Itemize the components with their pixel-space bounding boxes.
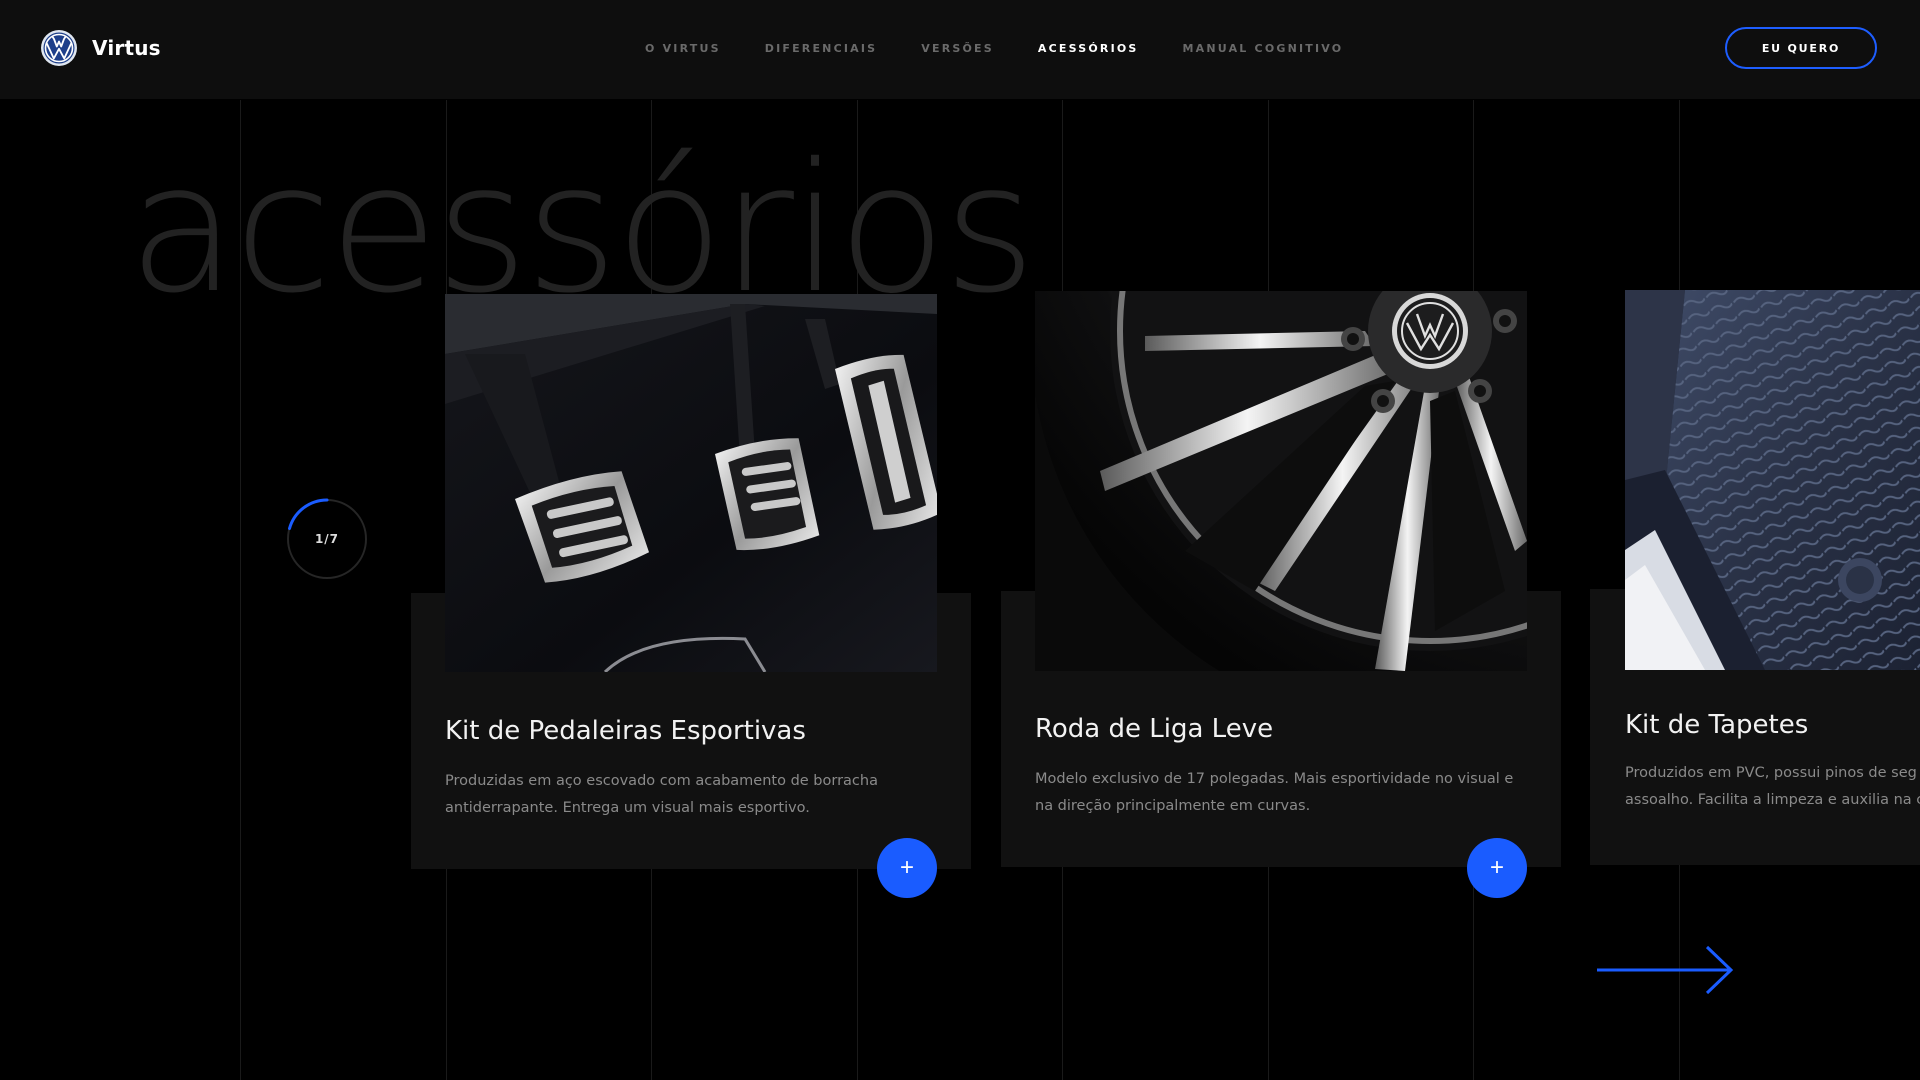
card-title: Kit de Pedaleiras Esportivas [445,716,806,746]
card-title: Roda de Liga Leve [1035,714,1274,744]
main-nav: O VIRTUS DIFERENCIAIS VERSÕES ACESSÓRIOS… [645,42,1343,55]
nav-item-acessorios[interactable]: ACESSÓRIOS [1038,42,1139,55]
nav-item-o-virtus[interactable]: O VIRTUS [645,42,721,55]
card-description: Produzidas em aço escovado com acabament… [445,768,945,822]
vw-logo-icon[interactable] [40,29,78,67]
eu-quero-button[interactable]: EU QUERO [1725,27,1877,69]
card-expand-button[interactable]: + [1467,838,1527,898]
card-description-line: na direção principalmente em curvas. [1035,798,1311,814]
card-title: Kit de Tapetes [1625,710,1809,740]
pedals-image [445,294,937,672]
section-title: acessórios [128,125,1036,332]
arrow-right-icon[interactable] [1595,945,1735,995]
nav-item-versoes[interactable]: VERSÕES [921,42,994,55]
card-description-line: Produzidas em aço escovado com acabament… [445,773,878,789]
top-header: Virtus O VIRTUS DIFERENCIAIS VERSÕES ACE… [0,0,1920,99]
brand-name[interactable]: Virtus [92,36,161,60]
slide-counter: 1/7 [286,498,368,580]
card-description-line: assoalho. Facilita a limpeza e auxilia n… [1625,792,1920,808]
nav-item-diferenciais[interactable]: DIFERENCIAIS [765,42,878,55]
card-description: Modelo exclusivo de 17 polegadas. Mais e… [1035,766,1535,820]
nav-item-manual-cognitivo[interactable]: MANUAL COGNITIVO [1183,42,1344,55]
counter-label: 1/7 [314,532,340,546]
floor-mats-image [1625,290,1920,670]
card-description: Produzidos em PVC, possui pinos de seg a… [1625,760,1920,814]
card-description-line: Produzidos em PVC, possui pinos de seg [1625,765,1917,781]
card-description-line: antiderrapante. Entrega um visual mais e… [445,800,810,816]
card-description-line: Modelo exclusivo de 17 polegadas. Mais e… [1035,771,1514,787]
card-expand-button[interactable]: + [877,838,937,898]
alloy-wheel-image [1035,291,1527,671]
